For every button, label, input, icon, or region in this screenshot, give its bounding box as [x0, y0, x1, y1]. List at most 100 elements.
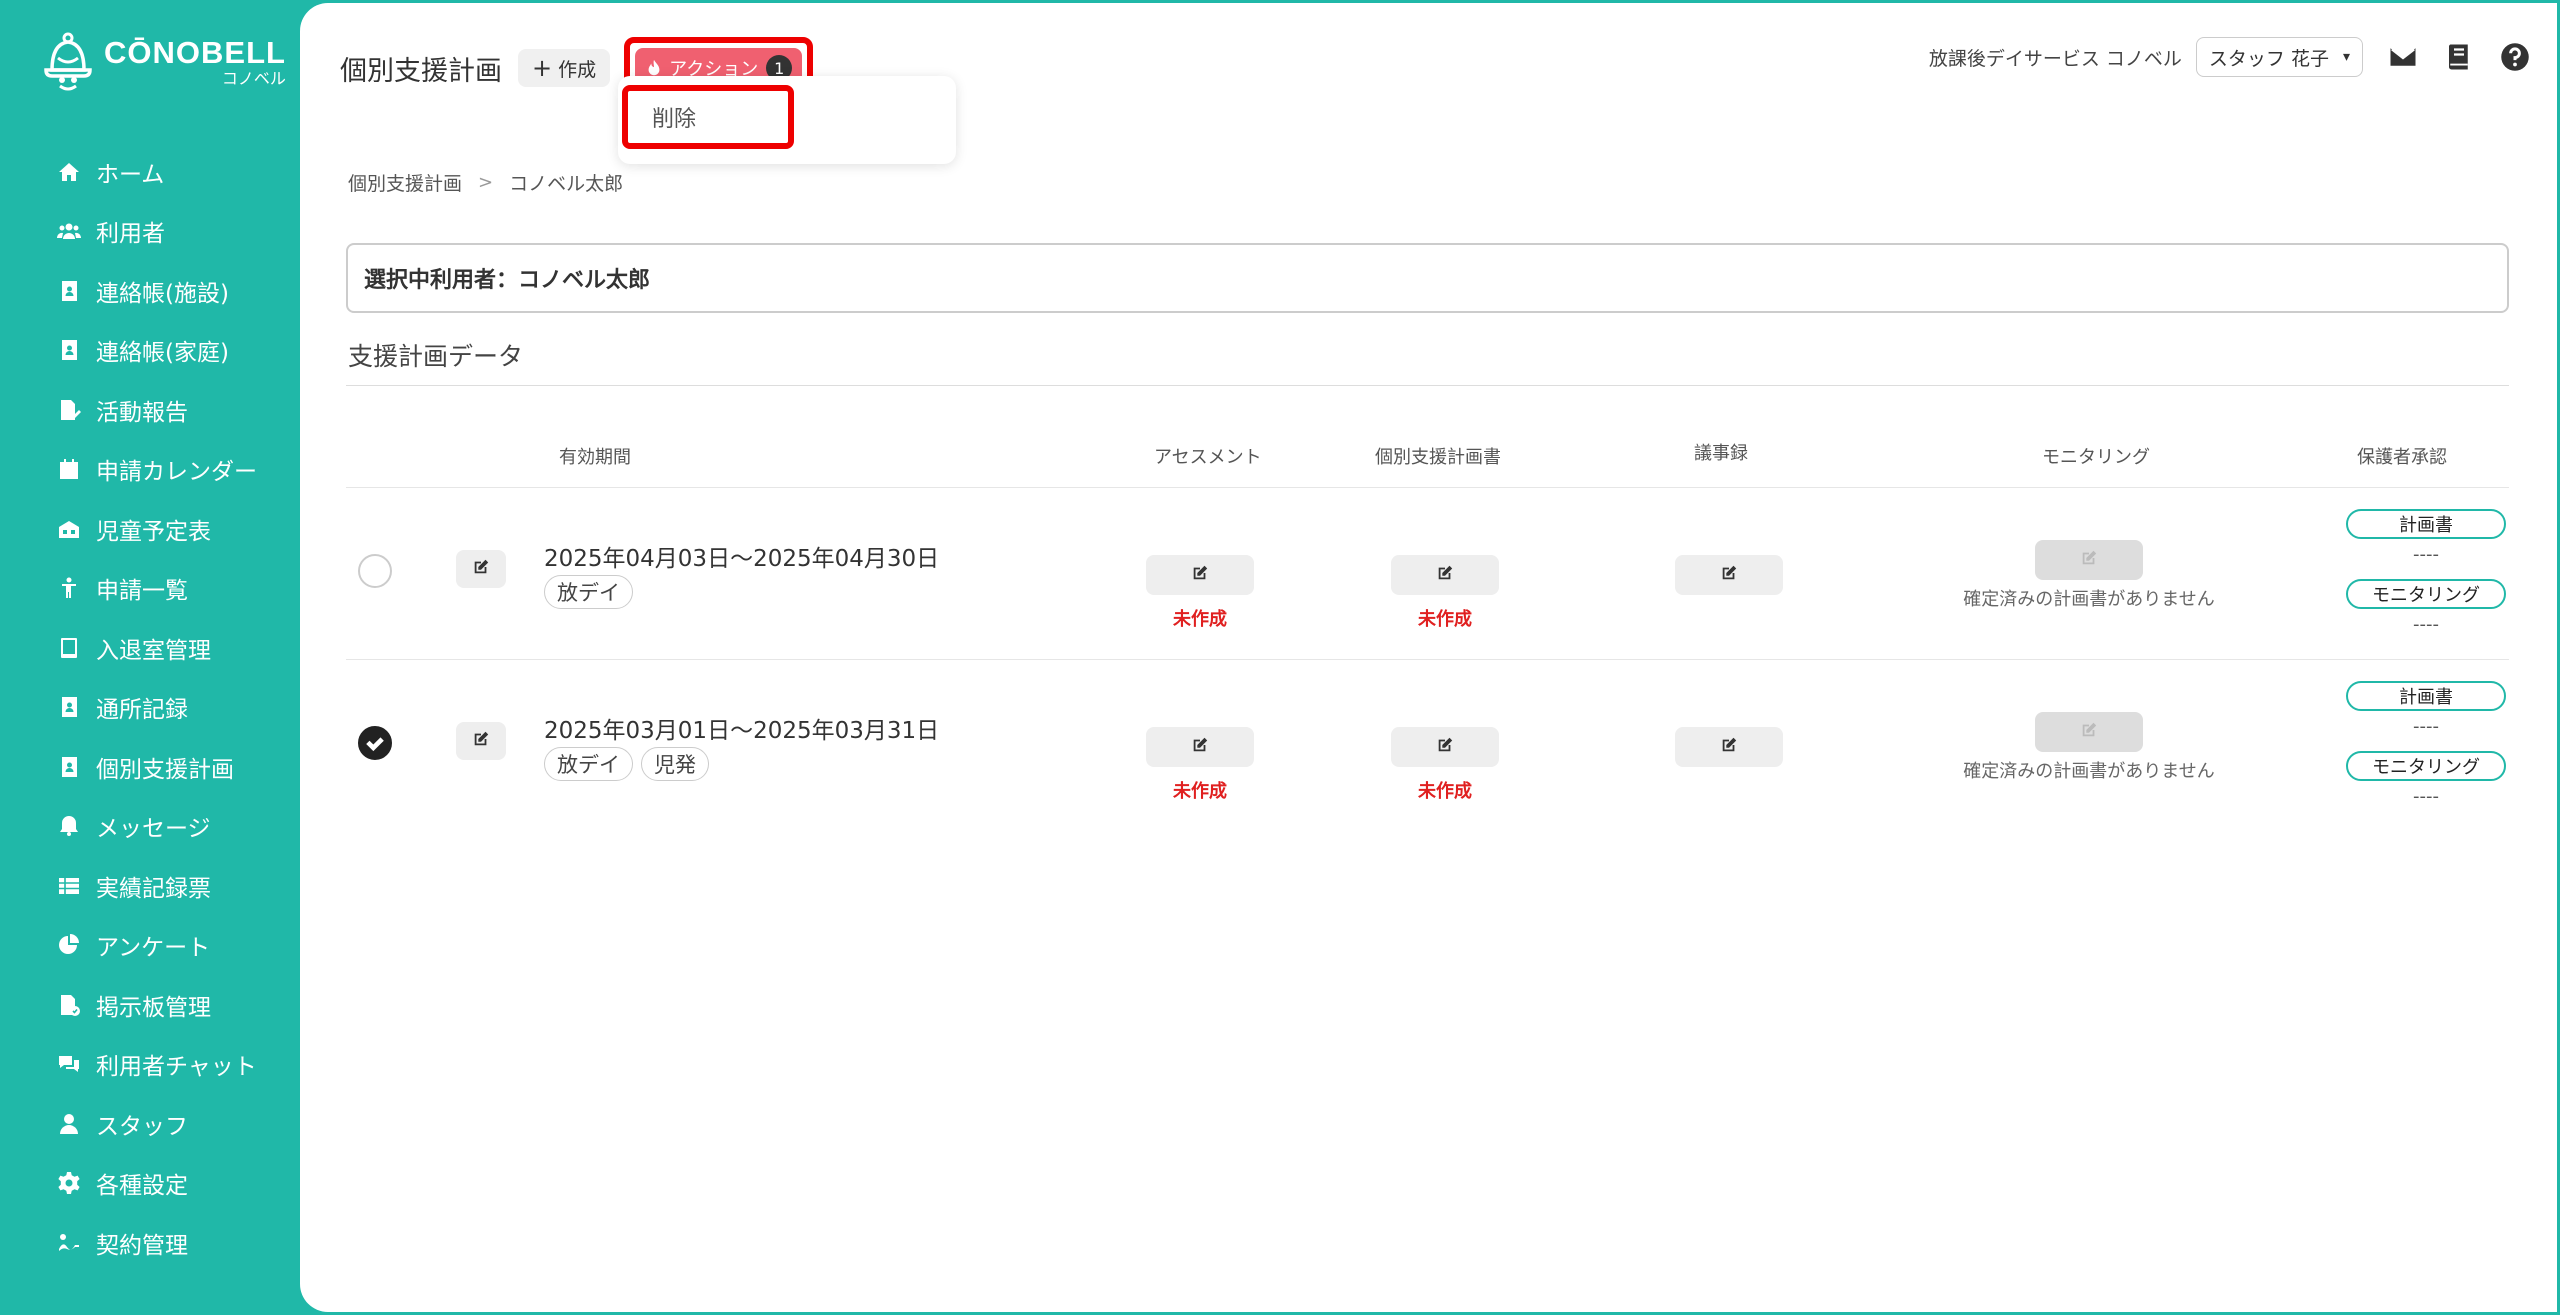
breadcrumb-current: コノベル太郎: [509, 173, 624, 195]
minutes-edit-button[interactable]: [1675, 727, 1783, 767]
approval-monitoring-pill: モニタリング: [2346, 751, 2506, 781]
sidebar-item-9[interactable]: 通所記録: [0, 678, 300, 738]
sidebar-item-16[interactable]: スタッフ: [0, 1094, 300, 1154]
assessment-status: 未作成: [1173, 781, 1227, 802]
service-tag: 放デイ: [544, 575, 633, 609]
plan-status: 未作成: [1418, 781, 1472, 802]
mail-icon[interactable]: [2387, 41, 2419, 73]
plan-edit-button[interactable]: [1391, 727, 1499, 767]
pie-chart-icon: [56, 932, 82, 958]
sidebar-item-18[interactable]: 契約管理: [0, 1213, 300, 1273]
sidebar-item-6[interactable]: 児童予定表: [0, 499, 300, 559]
flame-icon: [648, 59, 660, 76]
sidebar-item-5[interactable]: 申請カレンダー: [0, 440, 300, 500]
period-text: 2025年04月03日～2025年04月30日: [544, 546, 940, 572]
sidebar-item-10[interactable]: 個別支援計画: [0, 737, 300, 797]
main-panel: 個別支援計画 + 作成 アクション 1 削除 放課後デイサービス コノベル スタ…: [300, 3, 2557, 1312]
help-icon[interactable]: [2499, 41, 2531, 73]
calendar-icon: [56, 456, 82, 482]
breadcrumb-root[interactable]: 個別支援計画: [348, 169, 462, 196]
sidebar-item-13[interactable]: アンケート: [0, 916, 300, 976]
period-text: 2025年03月01日～2025年03月31日: [544, 718, 940, 744]
chevron-right-icon: >: [478, 172, 494, 193]
row-divider: [346, 659, 2509, 660]
row-checkbox[interactable]: [358, 726, 392, 760]
logo[interactable]: CŌNOBELL コノベル: [40, 32, 286, 92]
sidebar-item-1[interactable]: 利用者: [0, 202, 300, 262]
sidebar-item-4[interactable]: 活動報告: [0, 380, 300, 440]
sidebar-item-label: メッセージ: [96, 816, 211, 843]
monitoring-note: 確定済みの計画書がありません: [1963, 589, 2215, 610]
header-right: 放課後デイサービス コノベル スタッフ 花子 ▾: [1929, 37, 2531, 77]
sidebar-item-label: 利用者: [96, 221, 165, 248]
edit-icon: [1720, 736, 1738, 758]
row-checkbox[interactable]: [358, 554, 392, 588]
edit-period-button[interactable]: [456, 550, 506, 588]
schedule-icon: [56, 516, 82, 542]
staff-select[interactable]: スタッフ 花子 ▾: [2195, 37, 2363, 77]
table-icon: [56, 873, 82, 899]
plan-icon: [56, 754, 82, 780]
sidebar-item-2[interactable]: 連絡帳(施設): [0, 261, 300, 321]
header-assessment: アセスメント: [1154, 447, 1262, 468]
table-row: 2025年03月01日～2025年03月31日放デイ 児発未作成 未作成 確定済みの計…: [346, 663, 2509, 835]
header-plan: 個別支援計画書: [1375, 447, 1501, 468]
breadcrumb: 個別支援計画 > コノベル太郎: [348, 169, 623, 196]
sidebar-item-label: 各種設定: [96, 1173, 188, 1200]
approval-plan-value: ----: [2413, 716, 2439, 737]
header-approval: 保護者承認: [2357, 447, 2447, 468]
sidebar-item-label: 活動報告: [96, 399, 188, 426]
gear-icon: [56, 1170, 82, 1196]
section-divider: [346, 385, 2509, 386]
sidebar-item-7[interactable]: 申請一覧: [0, 559, 300, 619]
approval-monitoring-value: ----: [2413, 614, 2439, 635]
child-icon: [56, 575, 82, 601]
edit-icon: [472, 730, 490, 752]
sidebar-item-0[interactable]: ホーム: [0, 142, 300, 202]
sidebar-item-12[interactable]: 実績記録票: [0, 856, 300, 916]
plan-status: 未作成: [1418, 609, 1472, 630]
header-minutes: 議事録: [1694, 443, 1748, 464]
record-icon: [56, 694, 82, 720]
edit-icon: [2080, 549, 2098, 571]
minutes-edit-button[interactable]: [1675, 555, 1783, 595]
sidebar-item-label: スタッフ: [96, 1113, 188, 1140]
sidebar-item-15[interactable]: 利用者チャット: [0, 1035, 300, 1095]
table-header: 有効期間 アセスメント 個別支援計画書 議事録 モニタリング 保護者承認: [346, 433, 2509, 487]
section-title: 支援計画データ: [348, 342, 524, 371]
plus-icon: +: [532, 54, 553, 82]
brand-sub: コノベル: [221, 69, 286, 88]
sidebar-item-3[interactable]: 連絡帳(家庭): [0, 321, 300, 381]
book-icon[interactable]: [2443, 41, 2475, 73]
monitoring-note: 確定済みの計画書がありません: [1963, 761, 2215, 782]
assessment-edit-button[interactable]: [1146, 727, 1254, 767]
contract-icon: [56, 1230, 82, 1256]
edit-period-button[interactable]: [456, 722, 506, 760]
plan-edit-button[interactable]: [1391, 555, 1499, 595]
delete-menu-item[interactable]: 削除: [622, 85, 794, 149]
sidebar-item-label: 利用者チャット: [96, 1054, 257, 1081]
contact-book-icon: [56, 337, 82, 363]
brand-name: CŌNOBELL: [104, 35, 286, 70]
action-dropdown: 削除: [618, 76, 956, 164]
sidebar-nav: ホーム利用者連絡帳(施設) 連絡帳(家庭) 活動報告申請カレンダー 児童予定表申請一覧…: [0, 142, 300, 1273]
edit-icon: [472, 558, 490, 580]
sidebar-item-label: アンケート: [96, 935, 211, 962]
assessment-edit-button[interactable]: [1146, 555, 1254, 595]
edit-icon: [1191, 564, 1209, 586]
sidebar-item-8[interactable]: 入退室管理: [0, 618, 300, 678]
sidebar-item-11[interactable]: メッセージ: [0, 797, 300, 857]
users-icon: [56, 218, 82, 244]
table-row: 2025年04月03日～2025年04月30日 放デイ 未作成 未作成 確定済みの計画書…: [346, 491, 2509, 663]
create-button[interactable]: + 作成: [518, 49, 611, 87]
staff-icon: [56, 1111, 82, 1137]
sidebar-item-label: 申請一覧: [96, 578, 188, 605]
report-icon: [56, 397, 82, 423]
monitoring-edit-button: [2035, 540, 2143, 580]
row-divider: [346, 487, 2509, 488]
sidebar-item-label: 連絡帳(家庭): [96, 340, 229, 367]
service-tags: 放デイ 児発: [544, 747, 717, 781]
sidebar-item-17[interactable]: 各種設定: [0, 1154, 300, 1214]
page-title: 個別支援計画: [340, 55, 502, 87]
sidebar-item-14[interactable]: 掲示板管理: [0, 975, 300, 1035]
